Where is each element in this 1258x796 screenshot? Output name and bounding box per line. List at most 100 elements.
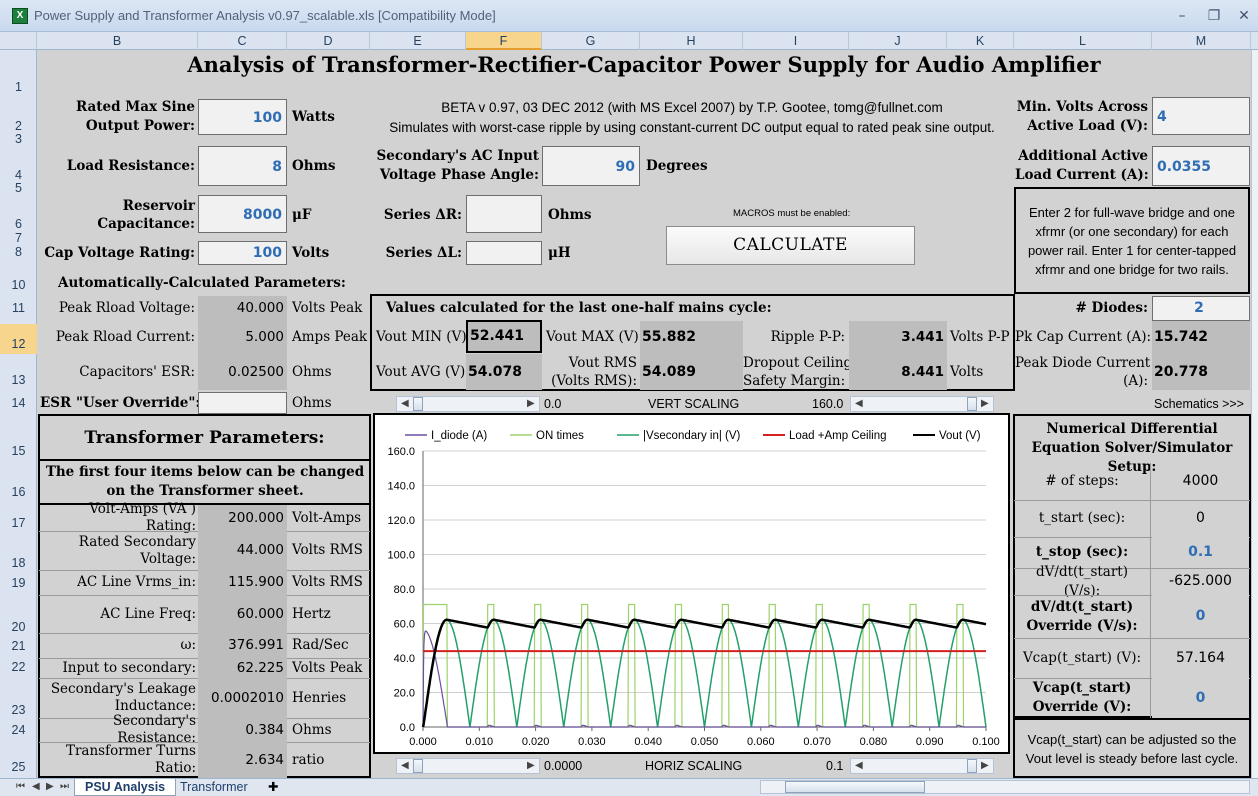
minimize-icon[interactable]: – [1170,6,1194,26]
excel-app-icon[interactable]: X [12,8,28,24]
row-header[interactable]: 25 [0,760,37,774]
horizontal-scrollbar[interactable] [760,780,1250,794]
series-r-input[interactable] [466,195,542,233]
transformer-row-label: Secondary's Resistance: [112,713,196,746]
min-volts-input[interactable]: 4 [1152,97,1250,135]
tab-psu-analysis[interactable]: PSU Analysis [74,779,177,796]
scroll-thumb[interactable] [785,781,925,793]
row-header[interactable]: 6 [0,217,37,231]
phase-input[interactable]: 90 [542,146,640,186]
horiz-max-scrollbar[interactable]: ◀ ▶ [850,758,994,774]
scroll-thumb[interactable] [413,397,423,411]
res-cap-input[interactable]: 8000 [198,195,287,233]
col-header-c[interactable]: C [198,32,287,50]
col-header-f[interactable]: F [466,32,542,50]
col-header-b[interactable]: B [37,32,198,50]
col-header-d[interactable]: D [287,32,370,50]
transformer-row-value: 0.0002010 [198,678,287,718]
row-header[interactable]: 12 [0,324,37,354]
row-header[interactable]: 11 [0,301,37,315]
scroll-right-icon[interactable]: ▶ [981,398,989,409]
horiz-min-scrollbar[interactable]: ◀ ▶ [396,758,540,774]
next-sheet-icon[interactable]: ▶ [46,781,54,792]
col-header-e[interactable]: E [370,32,466,50]
scroll-thumb[interactable] [967,397,977,411]
row-header[interactable]: 13 [0,373,37,387]
row-header[interactable]: 8 [0,245,37,259]
phase-unit: Degrees [646,158,708,174]
row-header[interactable]: 22 [0,660,37,674]
row-header[interactable]: 1 [0,80,37,94]
scroll-thumb[interactable] [413,759,423,773]
esr-override-input[interactable] [198,392,287,414]
transformer-row-label: Rated Secondary Voltage: [78,533,196,567]
row-header[interactable]: 16 [0,485,37,499]
col-header-j[interactable]: J [849,32,947,50]
rated-power-input[interactable]: 100 [198,99,287,135]
solver-row-value[interactable]: 0.1 [1152,537,1249,568]
col-header-i[interactable]: I [743,32,849,50]
vert-max-scrollbar[interactable]: ◀ ▶ [850,396,994,412]
vert-scaling-label: VERT SCALING [648,397,740,411]
scroll-left-icon[interactable]: ◀ [401,760,409,771]
y-tick-label: 120.0 [387,515,415,527]
col-header-k[interactable]: K [947,32,1014,50]
col-header-g[interactable]: G [542,32,640,50]
prev-sheet-icon[interactable]: ◀ [32,781,40,792]
row-header[interactable]: 15 [0,444,37,458]
row-header[interactable]: 24 [0,723,37,737]
solver-row-value[interactable]: 0 [1152,678,1249,718]
row-header[interactable]: 4 [0,168,37,182]
rated-power-label-2: Output Power: [85,118,195,134]
transformer-row-label: Transformer Turns Ratio: [65,743,196,776]
row-header[interactable]: 23 [0,703,37,717]
x-tick-label: 0.020 [522,736,550,748]
scroll-left-icon[interactable]: ◀ [401,398,409,409]
vertical-scrollbar[interactable] [1251,50,1258,778]
row-header[interactable]: 18 [0,556,37,570]
close-icon[interactable]: ✕ [1232,6,1256,26]
col-header-h[interactable]: H [640,32,743,50]
restore-icon[interactable]: ❐ [1202,6,1226,26]
diodes-input[interactable]: 2 [1152,296,1250,321]
row-header[interactable]: 17 [0,516,37,530]
first-sheet-icon[interactable]: ⏮ [16,781,25,792]
transformer-row-unit: Ohms [292,722,332,738]
solver-row-label: dV/dt(t_start) Override (V/s): [1026,598,1138,634]
row-header[interactable]: 3 [0,132,37,146]
solver-row-value[interactable]: 0 [1152,595,1249,638]
row-header[interactable]: 5 [0,181,37,195]
cap-voltage-input[interactable]: 100 [198,241,287,265]
row-header[interactable]: 21 [0,639,37,653]
select-all-corner[interactable] [0,32,37,50]
diode-note: Enter 2 for full-wave bridge and one xfr… [1014,187,1250,294]
power-supply-chart: 0.0 20.0 40.0 60.0 80.0 100.0 120.0 140.0 160.0 0… [387,430,999,748]
row-header[interactable]: 2 [0,119,37,133]
row-header[interactable]: 20 [0,620,37,634]
scroll-left-icon[interactable]: ◀ [855,760,863,771]
row-header[interactable]: 10 [0,278,37,292]
insert-sheet-icon[interactable]: ✚ [258,779,288,796]
transformer-row-value: 60.000 [198,595,287,633]
scroll-thumb[interactable] [967,759,977,773]
solver-row-label: Vcap(t_start) (V): [1022,649,1142,666]
add-current-input[interactable]: 0.0355 [1152,146,1250,186]
calculate-button[interactable]: CALCULATE [666,226,915,265]
vert-min-scrollbar[interactable]: ◀ ▶ [396,396,540,412]
scroll-left-icon[interactable]: ◀ [855,398,863,409]
load-res-input[interactable]: 8 [198,146,287,186]
last-sheet-icon[interactable]: ⏭ [60,781,69,792]
window-title: Power Supply and Transformer Analysis v0… [34,8,496,23]
row-header[interactable]: 19 [0,576,37,590]
col-header-l[interactable]: L [1014,32,1152,50]
scroll-right-icon[interactable]: ▶ [981,760,989,771]
series-l-input[interactable] [466,241,542,265]
scroll-right-icon[interactable]: ▶ [527,760,535,771]
row-header[interactable]: 14 [0,396,37,410]
vout-min-value[interactable]: 52.441 [466,320,542,353]
row-header[interactable]: 7 [0,231,37,245]
col-header-m[interactable]: M [1152,32,1251,50]
schematics-link[interactable]: Schematics >>> [1154,397,1244,411]
scroll-right-icon[interactable]: ▶ [527,398,535,409]
tab-transformer[interactable]: Transformer [170,779,258,796]
